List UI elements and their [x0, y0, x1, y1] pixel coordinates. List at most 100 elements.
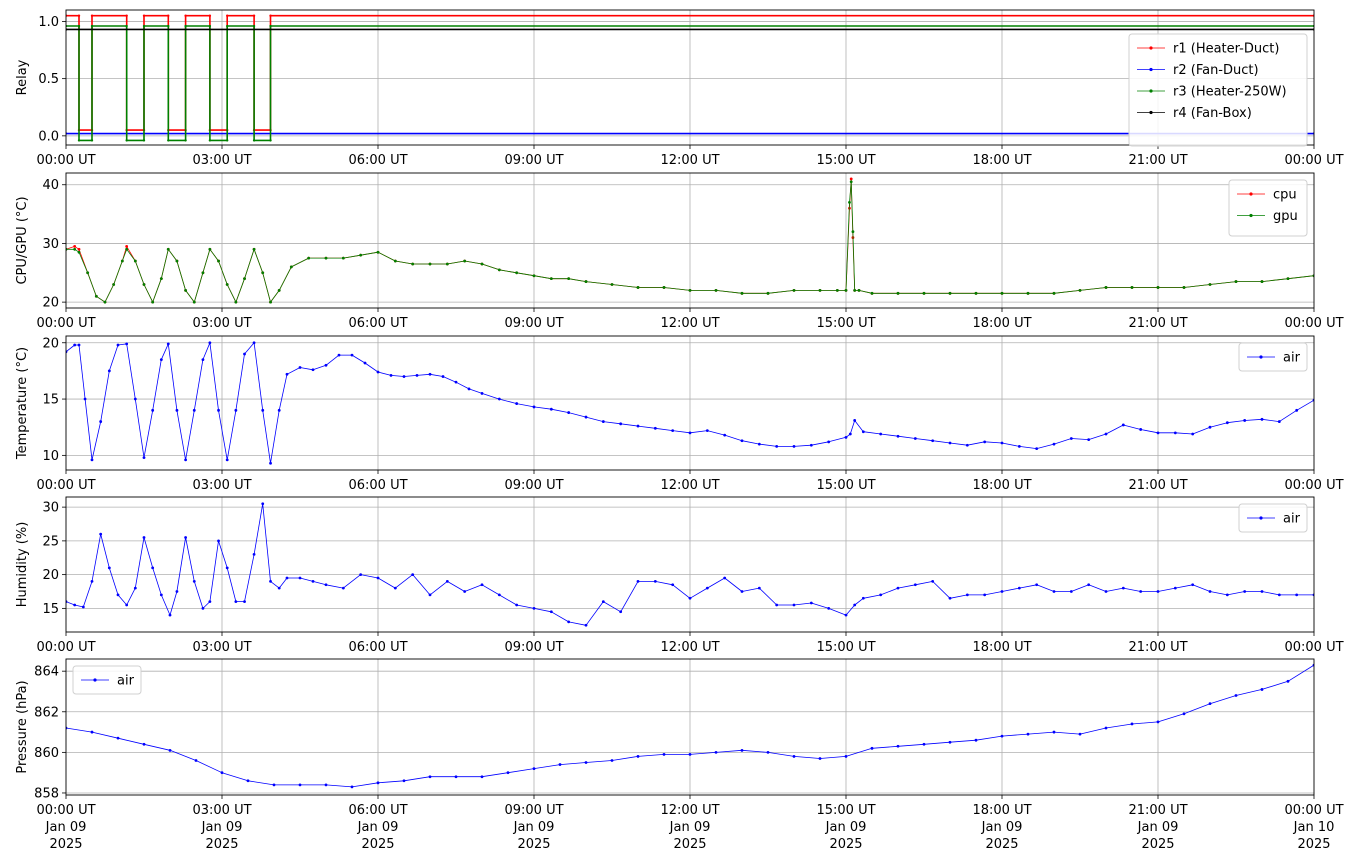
data-point: [77, 14, 81, 17]
data-point: [1052, 730, 1056, 734]
data-point: [86, 271, 90, 275]
data-point: [90, 14, 94, 17]
data-point: [844, 435, 848, 439]
data-point: [558, 763, 562, 766]
data-point: [116, 343, 120, 347]
data-point: [208, 139, 212, 142]
data-point: [705, 429, 709, 432]
data-point: [125, 139, 128, 142]
x-tick-label-line: 03:00 UT: [192, 640, 251, 655]
data-point: [350, 353, 354, 357]
data-point: [217, 539, 220, 543]
data-point: [261, 502, 265, 506]
data-point: [277, 586, 281, 590]
x-tick-label: 06:00 UT: [348, 316, 407, 331]
data-point: [688, 753, 692, 756]
data-point: [480, 583, 484, 587]
data-point: [653, 579, 657, 583]
data-point: [142, 24, 146, 28]
data-point: [73, 247, 77, 251]
data-point: [133, 586, 137, 590]
x-tick-label: 21:00 UT: [1128, 478, 1187, 493]
data-point: [90, 730, 94, 734]
data-point: [1121, 586, 1125, 590]
data-point: [90, 139, 94, 142]
x-tick-label-line: 21:00 UT: [1128, 153, 1187, 168]
x-tick-label-line: 03:00 UT: [192, 316, 251, 331]
data-point: [480, 775, 484, 779]
x-tick-label-line: 21:00 UT: [1128, 316, 1187, 331]
data-point: [77, 343, 81, 347]
data-point: [454, 775, 458, 779]
data-point: [705, 586, 709, 590]
data-point: [818, 288, 822, 292]
data-point: [1182, 286, 1186, 289]
data-point: [584, 761, 588, 764]
y-axis-label: Humidity (%): [15, 522, 30, 608]
data-point: [142, 536, 146, 539]
data-point: [1225, 421, 1229, 425]
data-point: [184, 288, 188, 292]
data-point: [298, 366, 302, 369]
data-point: [1234, 280, 1238, 283]
data-point: [376, 576, 380, 580]
data-point: [298, 576, 302, 580]
data-point: [851, 230, 855, 234]
data-point: [844, 755, 848, 758]
y-tick-label: 20: [42, 296, 59, 311]
data-point: [497, 268, 501, 272]
data-point: [125, 342, 129, 346]
x-tick-label: 03:00 UT: [192, 640, 251, 655]
data-point: [402, 779, 406, 783]
x-tick-label-line: Jan 10: [1293, 820, 1335, 835]
data-point: [307, 256, 311, 260]
x-tick-label-line: 2025: [361, 837, 394, 852]
data-point: [411, 262, 415, 266]
x-tick-label-line: 00:00 UT: [1284, 316, 1343, 331]
data-point: [853, 603, 857, 607]
data-point: [184, 24, 187, 28]
data-point: [931, 439, 935, 443]
x-tick-label: 09:00 UT: [504, 316, 563, 331]
data-point: [1243, 590, 1247, 593]
legend-label: r4 (Fan-Box): [1173, 106, 1252, 121]
x-tick-label-line: 06:00 UT: [348, 153, 407, 168]
y-tick-label: 15: [42, 602, 59, 617]
data-point: [175, 408, 179, 412]
data-point: [948, 441, 952, 445]
data-point: [184, 458, 188, 462]
data-point: [428, 262, 432, 266]
data-point: [289, 265, 293, 269]
data-point: [1087, 583, 1091, 587]
x-tick-label: 09:00 UT: [504, 640, 563, 655]
y-tick-label: 1.0: [38, 15, 59, 30]
legend-label: air: [1283, 512, 1301, 527]
data-point: [99, 532, 103, 536]
x-tick-label-line: 18:00 UT: [972, 640, 1031, 655]
data-point: [1035, 447, 1039, 451]
data-point: [848, 432, 852, 436]
data-point: [1243, 419, 1247, 422]
data-point: [133, 259, 137, 263]
x-tick-label-line: 21:00 UT: [1128, 478, 1187, 493]
y-tick-label: 864: [34, 665, 59, 680]
subplot-5: 00:00 UT Jan 09 202503:00 UT Jan 09 202506:0…: [15, 658, 1344, 852]
data-point: [610, 759, 614, 762]
data-point: [775, 603, 779, 607]
data-point: [142, 139, 146, 142]
data-point: [192, 408, 196, 412]
data-point: [1139, 428, 1143, 431]
data-point: [792, 444, 796, 448]
x-tick-label-line: 15:00 UT: [816, 803, 875, 818]
data-point: [234, 300, 238, 304]
data-point: [1130, 286, 1134, 289]
data-point: [619, 422, 623, 426]
data-point: [261, 271, 265, 275]
data-point: [376, 250, 380, 254]
x-tick-label: 15:00 UT: [816, 153, 875, 168]
data-point: [567, 411, 571, 414]
data-point: [549, 277, 553, 281]
x-tick-label-line: 15:00 UT: [816, 478, 875, 493]
data-point: [125, 24, 128, 28]
x-tick-label-line: 15:00 UT: [816, 640, 875, 655]
